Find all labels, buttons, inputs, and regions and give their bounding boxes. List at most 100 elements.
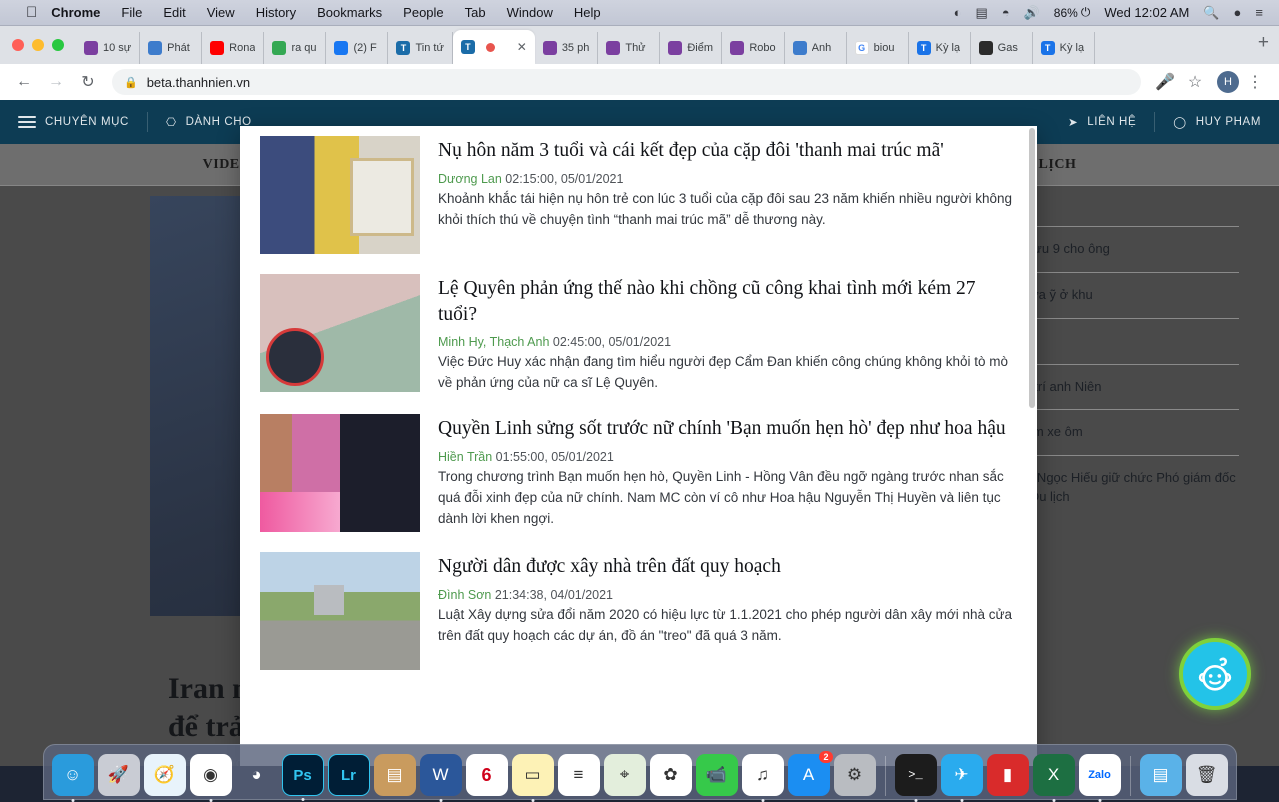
search-result-author[interactable]: Đình Sơn	[438, 588, 491, 602]
contacts-icon[interactable]: ▤	[374, 754, 416, 796]
browser-tab-15[interactable]: TKỳ lạ	[1033, 32, 1095, 64]
site-menu-button[interactable]: CHUYÊN MỤC	[0, 112, 148, 132]
menu-item-help[interactable]: Help	[574, 5, 601, 20]
calendar-icon[interactable]: 6	[466, 754, 508, 796]
menu-item-history[interactable]: History	[256, 5, 296, 20]
browser-tab-4[interactable]: (2) F	[326, 32, 388, 64]
baby-face-chat-icon[interactable]	[1179, 638, 1251, 710]
chrome-icon[interactable]: ◉	[190, 754, 232, 796]
menu-item-edit[interactable]: Edit	[163, 5, 185, 20]
browser-tab-12[interactable]: Gbiou	[847, 32, 909, 64]
browser-tab-14[interactable]: Gas	[971, 32, 1033, 64]
url-text[interactable]: beta.thanhnien.vn	[147, 75, 250, 90]
facetime-icon[interactable]: 📹	[696, 754, 738, 796]
window-controls[interactable]	[8, 26, 76, 64]
telegram-icon[interactable]: ✈	[941, 754, 983, 796]
terminal-icon[interactable]: >_	[895, 754, 937, 796]
battery-status[interactable]: 86% ⏻	[1054, 5, 1091, 20]
reload-icon[interactable]: ↻	[74, 68, 102, 96]
menu-item-chrome[interactable]: Chrome	[51, 5, 100, 20]
disk-drill-icon[interactable]: ◕	[236, 754, 278, 796]
sidebar-rail-item[interactable]: ên lửa ỹ ở khu	[1007, 272, 1239, 318]
itunes-icon[interactable]: ♫	[742, 754, 784, 796]
menubar-clock[interactable]: Wed 12:02 AM	[1104, 5, 1189, 20]
word-icon[interactable]: W	[420, 754, 462, 796]
search-results-dropdown[interactable]: Nụ hôn năm 3 tuổi và cái kết đẹp của cặp…	[240, 126, 1037, 766]
safari-icon[interactable]: 🧭	[144, 754, 186, 796]
sidebar-rail-item[interactable]: ng', ưu 9 cho ông	[1007, 226, 1239, 272]
menu-item-people[interactable]: People	[403, 5, 443, 20]
reminders-icon[interactable]: ≡	[558, 754, 600, 796]
maps-icon[interactable]: ⌖	[604, 754, 646, 796]
close-window-button[interactable]	[12, 39, 24, 51]
control-center-icon[interactable]: ≡	[1255, 5, 1263, 20]
browser-tab-8[interactable]: Thử	[598, 32, 660, 64]
creative-cloud-icon[interactable]: ◐	[954, 5, 962, 20]
star-icon[interactable]: ☆	[1181, 68, 1209, 96]
sidebar-rail-item[interactable]: trên	[1007, 318, 1239, 364]
sidebar-rail-item[interactable]: chiếm xe ôm	[1007, 409, 1239, 455]
search-result-item[interactable]: Nụ hôn năm 3 tuổi và cái kết đẹp của cặp…	[240, 126, 1037, 264]
new-tab-button[interactable]: +	[1248, 32, 1279, 58]
search-result-item[interactable]: Quyền Linh sửng sốt trước nữ chính 'Bạn …	[240, 404, 1037, 542]
search-result-author[interactable]: Hiền Trần	[438, 450, 492, 464]
site-contact-button[interactable]: ➤ LIÊN HỆ	[1050, 112, 1155, 132]
browser-tab-2[interactable]: Rona	[202, 32, 264, 64]
browser-tab-13[interactable]: TKỳ lạ	[909, 32, 971, 64]
lightroom-icon[interactable]: Lr	[328, 754, 370, 796]
maximize-window-button[interactable]	[52, 39, 64, 51]
search-result-author[interactable]: Dương Lan	[438, 172, 502, 186]
search-result-item[interactable]: Người dân được xây nhà trên đất quy hoạc…	[240, 542, 1037, 680]
downloads-folder-icon[interactable]: ▤	[1140, 754, 1182, 796]
menu-item-bookmarks[interactable]: Bookmarks	[317, 5, 382, 20]
search-result-item[interactable]: Lệ Quyên phản ứng thế nào khi chồng cũ c…	[240, 264, 1037, 404]
apple-icon[interactable]: 	[26, 5, 37, 20]
profile-avatar[interactable]: H	[1217, 71, 1239, 93]
menu-item-file[interactable]: File	[121, 5, 142, 20]
browser-tab-1[interactable]: Phát	[140, 32, 202, 64]
minimize-window-button[interactable]	[32, 39, 44, 51]
browser-tab-9[interactable]: Điểm	[660, 32, 722, 64]
sidebar-rail-item[interactable]: i Thị Ngọc Hiếu giữ chức Phó giám đốc Sở…	[1007, 455, 1239, 520]
forward-arrow-icon[interactable]: →	[42, 68, 70, 96]
browser-tab-5[interactable]: TTin tứ	[388, 32, 452, 64]
browser-tab-7[interactable]: 35 ph	[535, 32, 599, 64]
microphone-icon[interactable]: 🎤	[1151, 68, 1179, 96]
search-result-title[interactable]: Lệ Quyên phản ứng thế nào khi chồng cũ c…	[438, 276, 1017, 327]
zalo-icon[interactable]: Zalo	[1079, 754, 1121, 796]
browser-tab-10[interactable]: Robo	[722, 32, 784, 64]
search-result-author[interactable]: Minh Hy, Thạch Anh	[438, 335, 549, 349]
winzip-icon[interactable]: ▮	[987, 754, 1029, 796]
browser-tab-0[interactable]: 10 sự	[76, 32, 140, 64]
system-preferences-icon[interactable]: ⚙	[834, 754, 876, 796]
browser-tab-11[interactable]: Anh	[785, 32, 847, 64]
siri-icon[interactable]: ●	[1234, 5, 1242, 20]
back-arrow-icon[interactable]: ←	[10, 68, 38, 96]
search-result-title[interactable]: Nụ hôn năm 3 tuổi và cái kết đẹp của cặp…	[438, 138, 1017, 164]
close-icon[interactable]: ✕	[517, 40, 527, 54]
sidebar-rail-item[interactable]: ghệ trí anh Niên	[1007, 364, 1239, 410]
app-store-icon[interactable]: A2	[788, 754, 830, 796]
address-bar[interactable]: 🔒 beta.thanhnien.vn	[112, 69, 1141, 95]
finder-icon[interactable]: ☺	[52, 754, 94, 796]
photoshop-icon[interactable]: Ps	[282, 754, 324, 796]
menu-item-window[interactable]: Window	[507, 5, 553, 20]
launchpad-icon[interactable]: 🚀	[98, 754, 140, 796]
site-user-button[interactable]: ◯ HUY PHAM	[1155, 112, 1279, 132]
display-icon[interactable]: ▤	[975, 5, 987, 21]
volume-icon[interactable]: 🔊	[1024, 5, 1040, 21]
spotlight-search-icon[interactable]: 🔍	[1203, 5, 1219, 21]
browser-tab-6[interactable]: T✕	[453, 30, 535, 64]
browser-tab-3[interactable]: ra qu	[264, 32, 326, 64]
trash-icon[interactable]: 🗑	[1186, 754, 1228, 796]
notes-icon[interactable]: ▭	[512, 754, 554, 796]
dropdown-scrollbar[interactable]	[1029, 128, 1035, 408]
search-result-title[interactable]: Người dân được xây nhà trên đất quy hoạc…	[438, 554, 1017, 580]
search-result-title[interactable]: Quyền Linh sửng sốt trước nữ chính 'Bạn …	[438, 416, 1017, 442]
photos-icon[interactable]: ✿	[650, 754, 692, 796]
three-dots-menu-icon[interactable]: ⋮	[1241, 68, 1269, 96]
menu-item-tab[interactable]: Tab	[465, 5, 486, 20]
menu-item-view[interactable]: View	[207, 5, 235, 20]
excel-icon[interactable]: X	[1033, 754, 1075, 796]
wifi-icon[interactable]: ◓	[1002, 5, 1010, 20]
